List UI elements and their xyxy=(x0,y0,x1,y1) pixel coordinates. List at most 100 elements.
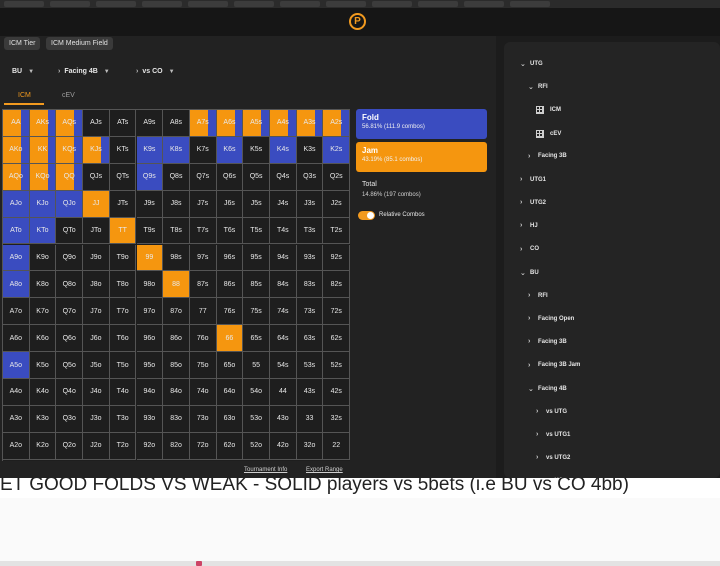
hand-cell[interactable]: A5o xyxy=(3,352,30,379)
hand-cell[interactable]: AQo xyxy=(3,163,30,191)
hand-cell[interactable]: A7o xyxy=(3,298,30,326)
hand-cell[interactable]: T9o xyxy=(109,244,137,272)
hand-cell[interactable]: 85o xyxy=(163,352,190,379)
hand-cell[interactable]: 87o xyxy=(163,298,190,326)
hand-cell[interactable]: 43s xyxy=(296,379,324,406)
hand-cell[interactable]: A8o xyxy=(3,271,30,299)
hand-cell[interactable]: A4s xyxy=(270,110,297,137)
tree-item[interactable]: › vs UTG1 xyxy=(536,431,570,438)
hand-cell[interactable]: T8o xyxy=(109,271,137,299)
hand-cell[interactable]: 52o xyxy=(243,432,270,460)
bookmark[interactable] xyxy=(142,1,182,7)
hand-cell[interactable]: J9o xyxy=(83,244,110,272)
hand-cell[interactable]: 76o xyxy=(189,325,217,353)
hand-cell[interactable]: 62o xyxy=(216,432,244,460)
hand-cell[interactable]: T6o xyxy=(109,325,137,353)
hand-cell[interactable]: T9s xyxy=(136,217,164,245)
hand-cell[interactable]: 66 xyxy=(216,325,244,353)
tree-item[interactable]: ⌄ UTG xyxy=(520,60,543,68)
hand-cell[interactable]: K2s xyxy=(323,136,351,164)
hand-cell[interactable]: T6s xyxy=(216,217,244,245)
hand-cell[interactable]: K6o xyxy=(29,325,57,353)
hand-cell[interactable]: 52s xyxy=(323,352,351,379)
legend-fold[interactable]: Fold 56.81% (111.9 combos) xyxy=(356,109,487,139)
hand-cell[interactable]: 83s xyxy=(296,271,324,299)
hand-cell[interactable]: 54o xyxy=(243,379,270,406)
hand-cell[interactable]: K2o xyxy=(29,432,57,460)
chip-icm-tier[interactable]: ICM Tier xyxy=(4,37,41,50)
hand-cell[interactable]: 53o xyxy=(243,405,270,433)
hand-cell[interactable]: ATo xyxy=(3,217,30,245)
hand-cell[interactable]: J8s xyxy=(163,190,190,218)
hand-cell[interactable]: 73s xyxy=(296,298,324,326)
hand-cell[interactable]: 75o xyxy=(189,352,217,379)
tree-item[interactable]: › Facing 3B xyxy=(528,153,567,160)
hand-cell[interactable]: J5o xyxy=(83,352,110,379)
hand-cell[interactable]: JTo xyxy=(83,217,110,245)
hand-cell[interactable]: T4o xyxy=(109,379,137,406)
hand-cell[interactable]: J8o xyxy=(83,271,110,299)
hand-cell[interactable]: 92s xyxy=(323,244,351,272)
hand-cell[interactable]: 65s xyxy=(243,325,270,353)
hand-cell[interactable]: 32o xyxy=(296,432,324,460)
hand-cell[interactable]: QQ xyxy=(56,163,84,191)
hand-cell[interactable]: KTs xyxy=(109,136,137,164)
hand-cell[interactable]: 43o xyxy=(270,405,297,433)
hand-cell[interactable]: 75s xyxy=(243,298,270,326)
hand-cell[interactable]: 72s xyxy=(323,298,351,326)
hand-cell[interactable]: K7o xyxy=(29,298,57,326)
hand-cell[interactable]: A7s xyxy=(189,110,217,137)
tree-item[interactable]: › vs UTG xyxy=(536,408,567,415)
hand-cell[interactable]: 82s xyxy=(323,271,351,299)
hand-cell[interactable]: KJo xyxy=(29,190,57,218)
hand-cell[interactable]: AKs xyxy=(29,110,57,137)
hand-cell[interactable]: 98s xyxy=(163,244,190,272)
bookmark[interactable] xyxy=(96,1,136,7)
hand-cell[interactable]: KK xyxy=(29,136,57,164)
hand-cell[interactable]: AQs xyxy=(56,110,84,137)
hand-cell[interactable]: Q8o xyxy=(56,271,84,299)
tree-item[interactable]: › Facing 3B xyxy=(528,338,567,345)
bookmark[interactable] xyxy=(372,1,412,7)
hand-cell[interactable]: Q2s xyxy=(323,163,351,191)
hand-cell[interactable]: A2s xyxy=(323,110,351,137)
hand-cell[interactable]: 97o xyxy=(136,298,164,326)
hand-cell[interactable]: 92o xyxy=(136,432,164,460)
hand-cell[interactable]: J7o xyxy=(83,298,110,326)
hand-cell[interactable]: Q8s xyxy=(163,163,190,191)
hand-cell[interactable]: J9s xyxy=(136,190,164,218)
hand-cell[interactable]: J4s xyxy=(270,190,297,218)
hand-cell[interactable]: 93o xyxy=(136,405,164,433)
hand-cell[interactable]: Q7o xyxy=(56,298,84,326)
bookmark[interactable] xyxy=(418,1,458,7)
hand-cell[interactable]: J3o xyxy=(83,405,110,433)
tree-item[interactable]: › RFI xyxy=(528,292,548,299)
hand-cell[interactable]: 64o xyxy=(216,379,244,406)
tree-item[interactable]: › UTG2 xyxy=(520,199,546,206)
hand-cell[interactable]: J2s xyxy=(323,190,351,218)
hand-cell[interactable]: ATs xyxy=(109,110,137,137)
hand-cell[interactable]: 53s xyxy=(296,352,324,379)
hand-cell[interactable]: AJo xyxy=(3,190,30,218)
hand-cell[interactable]: 72o xyxy=(189,432,217,460)
hand-cell[interactable]: K4s xyxy=(270,136,297,164)
hand-cell[interactable]: 63o xyxy=(216,405,244,433)
hand-cell[interactable]: AJs xyxy=(83,110,110,137)
hand-cell[interactable]: 77 xyxy=(189,298,217,326)
hand-cell[interactable]: Q7s xyxy=(189,163,217,191)
hand-cell[interactable]: 87s xyxy=(189,271,217,299)
hand-cell[interactable]: 76s xyxy=(216,298,244,326)
tree-item[interactable]: ICM xyxy=(536,106,561,115)
vs-select[interactable]: › vs CO ▼ xyxy=(136,68,175,75)
hand-cell[interactable]: T4s xyxy=(270,217,297,245)
hand-cell[interactable]: 94o xyxy=(136,379,164,406)
hand-cell[interactable]: J3s xyxy=(296,190,324,218)
hand-cell[interactable]: K7s xyxy=(189,136,217,164)
export-range-link[interactable]: Export Range xyxy=(306,467,343,473)
chip-icm-medium-field[interactable]: ICM Medium Field xyxy=(46,37,113,50)
hand-cell[interactable]: J6o xyxy=(83,325,110,353)
hand-cell[interactable]: K9s xyxy=(136,136,164,164)
taskbar-app-icon[interactable] xyxy=(196,561,202,566)
hand-cell[interactable]: K3o xyxy=(29,405,57,433)
tree-item[interactable]: ⌄ BU xyxy=(520,269,539,277)
